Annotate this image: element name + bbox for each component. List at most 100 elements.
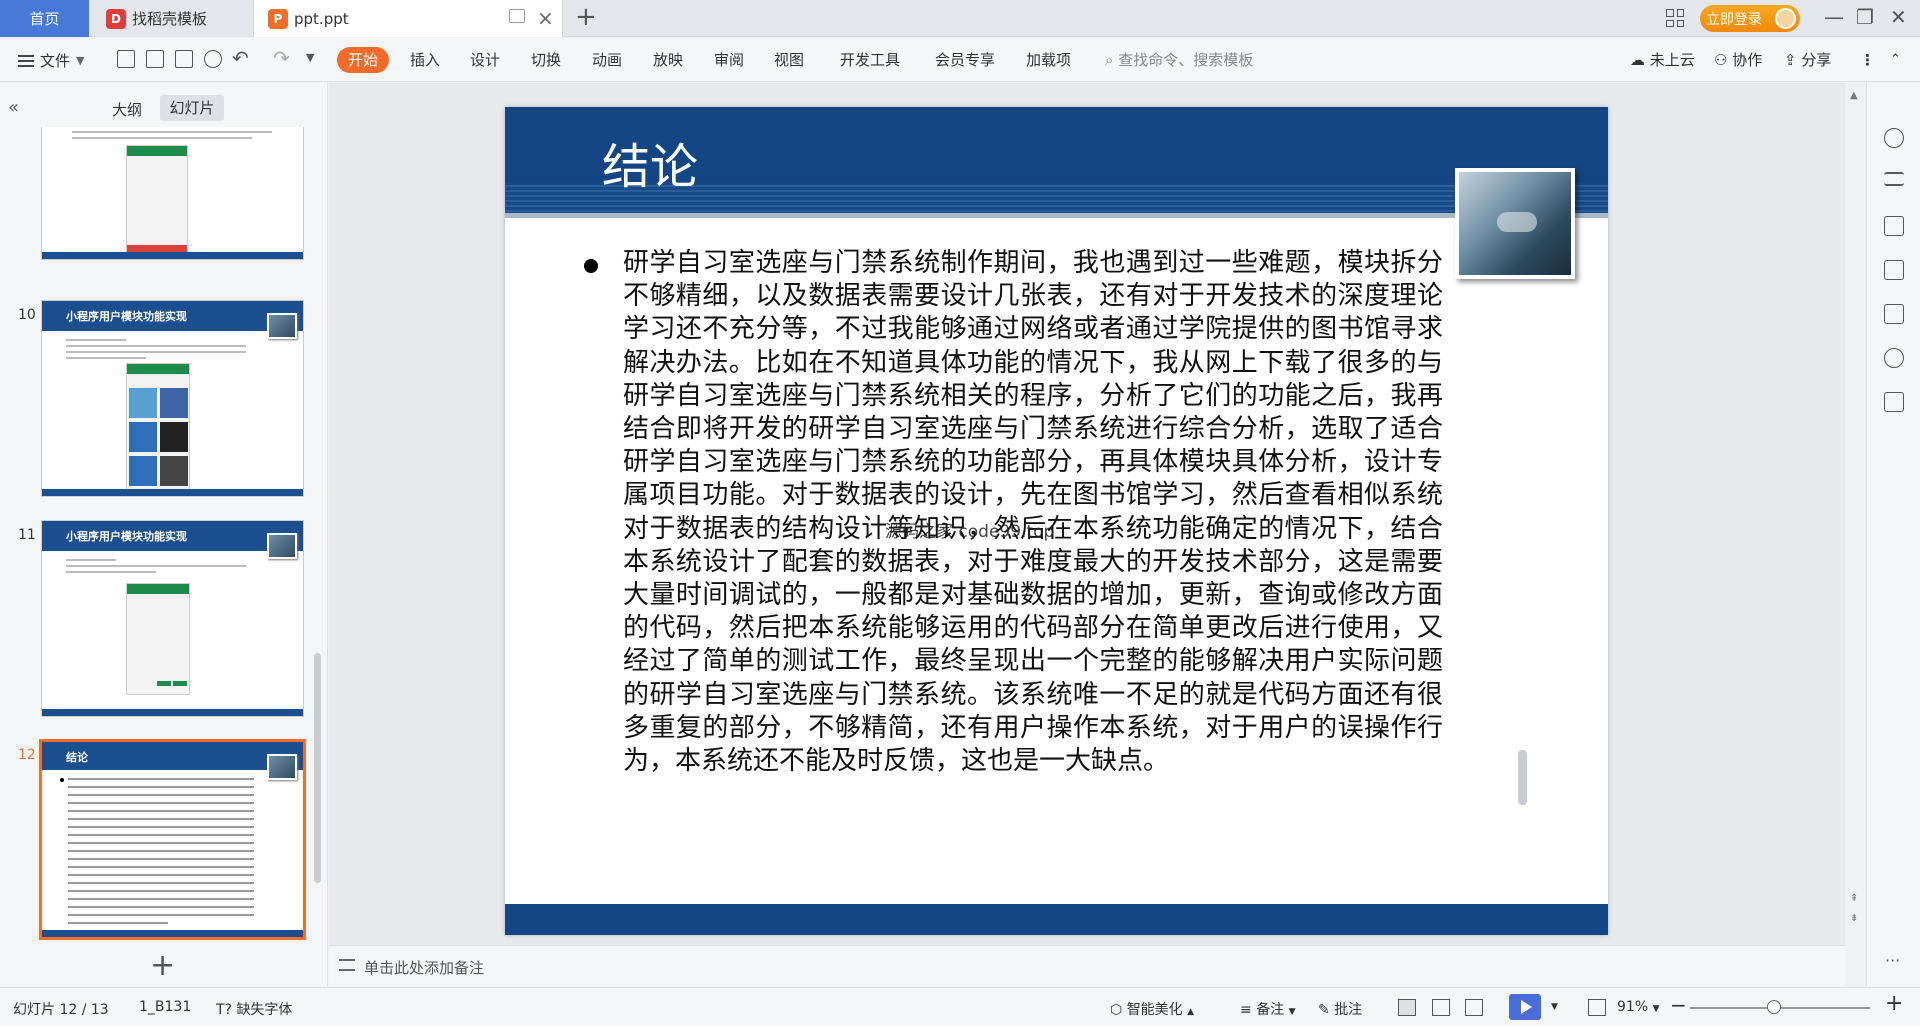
reading-view-icon[interactable] — [1465, 999, 1483, 1016]
theme-name[interactable]: 1_B131 — [139, 999, 191, 1015]
tab-member[interactable]: 会员专享 — [935, 47, 995, 73]
comment-icon: ✎ — [1318, 1002, 1330, 1018]
slide[interactable]: 结论 研学自习室选座与门禁系统制作期间，我也遇到过一些难题，模块拆分不够精细，以… — [505, 107, 1608, 935]
minimize-icon[interactable]: — — [1824, 5, 1844, 29]
zoom-in-icon[interactable]: + — [1885, 991, 1903, 1016]
scroll-up-icon[interactable]: ▲ — [1850, 90, 1858, 101]
tab-document[interactable]: P ppt.ppt × — [253, 0, 563, 37]
star-icon[interactable] — [1884, 216, 1904, 236]
thumb-text-line — [72, 137, 252, 139]
tab-view[interactable]: 视图 — [774, 47, 804, 73]
login-label: 立即登录 — [1706, 11, 1762, 28]
thumb-text-line — [68, 810, 254, 812]
scroll-up-double-icon[interactable]: ⇞ — [1850, 893, 1858, 904]
thumb-text-line — [66, 339, 126, 341]
restore-icon[interactable]: ❐ — [1856, 5, 1874, 29]
zoom-level[interactable]: 91% ▼ — [1617, 999, 1660, 1015]
tab-insert[interactable]: 插入 — [410, 47, 440, 73]
zoom-out-icon[interactable]: − — [1670, 993, 1687, 1017]
comment-label: 批注 — [1334, 1002, 1363, 1018]
collapse-ribbon-icon[interactable]: ⌃ — [1890, 47, 1901, 73]
share-button[interactable]: ⇪ 分享 — [1784, 47, 1831, 73]
comment-button[interactable]: ✎ 批注 — [1318, 999, 1362, 1019]
tab-template[interactable]: D 找稻壳模板 — [92, 0, 250, 37]
app-grid-icon[interactable] — [1666, 9, 1684, 27]
collaborate-button[interactable]: ⚇ 协作 — [1714, 47, 1762, 73]
print-icon[interactable] — [175, 50, 193, 68]
slide-thumbnail-10[interactable]: 小程序用户模块功能实现 — [41, 300, 304, 497]
close-window-icon[interactable]: ✕ — [1890, 5, 1907, 29]
more-dots-icon[interactable]: ··· — [1885, 951, 1900, 970]
export-pdf-icon[interactable] — [146, 50, 164, 68]
beautify-button[interactable]: ⬡ 智能美化 ▲ — [1110, 999, 1194, 1019]
image-icon[interactable] — [1884, 304, 1904, 324]
phone-screenshot — [126, 145, 188, 259]
canvas-scrollbar[interactable] — [1518, 750, 1527, 805]
quick-access-more-icon[interactable]: ▼ — [306, 51, 314, 64]
play-slideshow-button[interactable] — [1509, 994, 1541, 1020]
missing-font-label: 缺失字体 — [236, 1002, 293, 1018]
cloud-status-button[interactable]: ☁ 未上云 — [1630, 47, 1695, 73]
tab-slideshow[interactable]: 放映 — [653, 47, 683, 73]
tab-home[interactable]: 首页 — [0, 0, 89, 37]
transition-icon[interactable] — [1884, 260, 1904, 280]
undo-icon[interactable]: ↶ — [232, 46, 249, 70]
zoom-slider-handle[interactable] — [1767, 1000, 1781, 1014]
chevron-down-icon[interactable]: ▼ — [1551, 1002, 1558, 1012]
tab-review[interactable]: 审阅 — [714, 47, 744, 73]
thumb-footer — [42, 489, 303, 496]
slide-thumbnail-12[interactable]: 结论 — [39, 739, 306, 940]
slide-sorter-icon[interactable] — [1432, 999, 1450, 1016]
collapse-panel-icon[interactable]: « — [8, 97, 19, 118]
file-menu[interactable]: 文件 ▼ — [18, 50, 84, 71]
panel-scrollbar[interactable] — [314, 653, 321, 883]
more-options-icon[interactable]: ⋮ — [1860, 47, 1875, 73]
tab-developer[interactable]: 开发工具 — [840, 47, 900, 73]
tab-addins[interactable]: 加载项 — [1026, 47, 1071, 73]
missing-font-button[interactable]: T? 缺失字体 — [216, 999, 292, 1019]
book-icon[interactable] — [1884, 392, 1904, 412]
tab-slides[interactable]: 幻灯片 — [160, 95, 224, 121]
slide-body-text[interactable]: 研学自习室选座与门禁系统制作期间，我也遇到过一些难题，模块拆分不够精细，以及数据… — [623, 247, 1443, 778]
thumb-photo — [267, 533, 297, 559]
slide-thumbnail-9[interactable] — [41, 127, 304, 260]
notes-bar[interactable]: 单击此处添加备注 — [329, 945, 1845, 986]
add-slide-button[interactable]: + — [150, 951, 175, 981]
thumb-text-line — [66, 351, 246, 353]
close-tab-icon[interactable]: × — [537, 6, 554, 30]
save-icon[interactable] — [117, 50, 135, 68]
thumb-text-line — [68, 874, 254, 876]
tab-start[interactable]: 开始 — [337, 47, 390, 73]
tab-template-label: 找稻壳模板 — [132, 10, 208, 28]
slide-title[interactable]: 结论 — [602, 127, 698, 197]
tab-outline[interactable]: 大纲 — [112, 99, 142, 120]
fit-window-icon[interactable] — [1588, 999, 1606, 1016]
thumb-title: 结论 — [42, 742, 303, 770]
scroll-down-double-icon[interactable]: ⇟ — [1850, 913, 1858, 924]
new-tab-button[interactable]: + — [575, 2, 597, 32]
shape-icon[interactable] — [1884, 348, 1904, 368]
settings-sliders-icon[interactable] — [1884, 172, 1904, 186]
thumb-text-line — [68, 858, 254, 860]
command-search[interactable]: ⌕ 查找命令、搜索模板 — [1105, 47, 1253, 73]
tab-animation[interactable]: 动画 — [592, 47, 622, 73]
normal-view-icon[interactable] — [1398, 999, 1416, 1016]
news-image — [160, 422, 188, 452]
thumb-text-line — [68, 914, 254, 916]
thumb-text-line — [68, 890, 254, 892]
rocket-icon[interactable] — [1884, 128, 1904, 148]
notes-toggle-button[interactable]: ≡ 备注 ▼ — [1240, 999, 1296, 1019]
tab-design[interactable]: 设计 — [470, 47, 500, 73]
slide-thumbnail-11[interactable]: 小程序用户模块功能实现 — [41, 520, 304, 717]
thumb-text-line — [68, 842, 254, 844]
notes-toggle-label: 备注 — [1256, 1002, 1285, 1018]
handshake-photo[interactable] — [1455, 168, 1575, 279]
login-button[interactable]: 立即登录 — [1700, 5, 1800, 32]
tab-transition[interactable]: 切换 — [531, 47, 561, 73]
redo-icon[interactable]: ↷ — [273, 46, 290, 70]
print-preview-icon[interactable] — [204, 50, 222, 68]
window-pin-icon[interactable] — [509, 9, 525, 23]
collaborate-label: 协作 — [1732, 51, 1763, 69]
share-icon: ⇪ — [1784, 51, 1797, 69]
slide-canvas: 结论 研学自习室选座与门禁系统制作期间，我也遇到过一些难题，模块拆分不够精细，以… — [329, 83, 1845, 986]
